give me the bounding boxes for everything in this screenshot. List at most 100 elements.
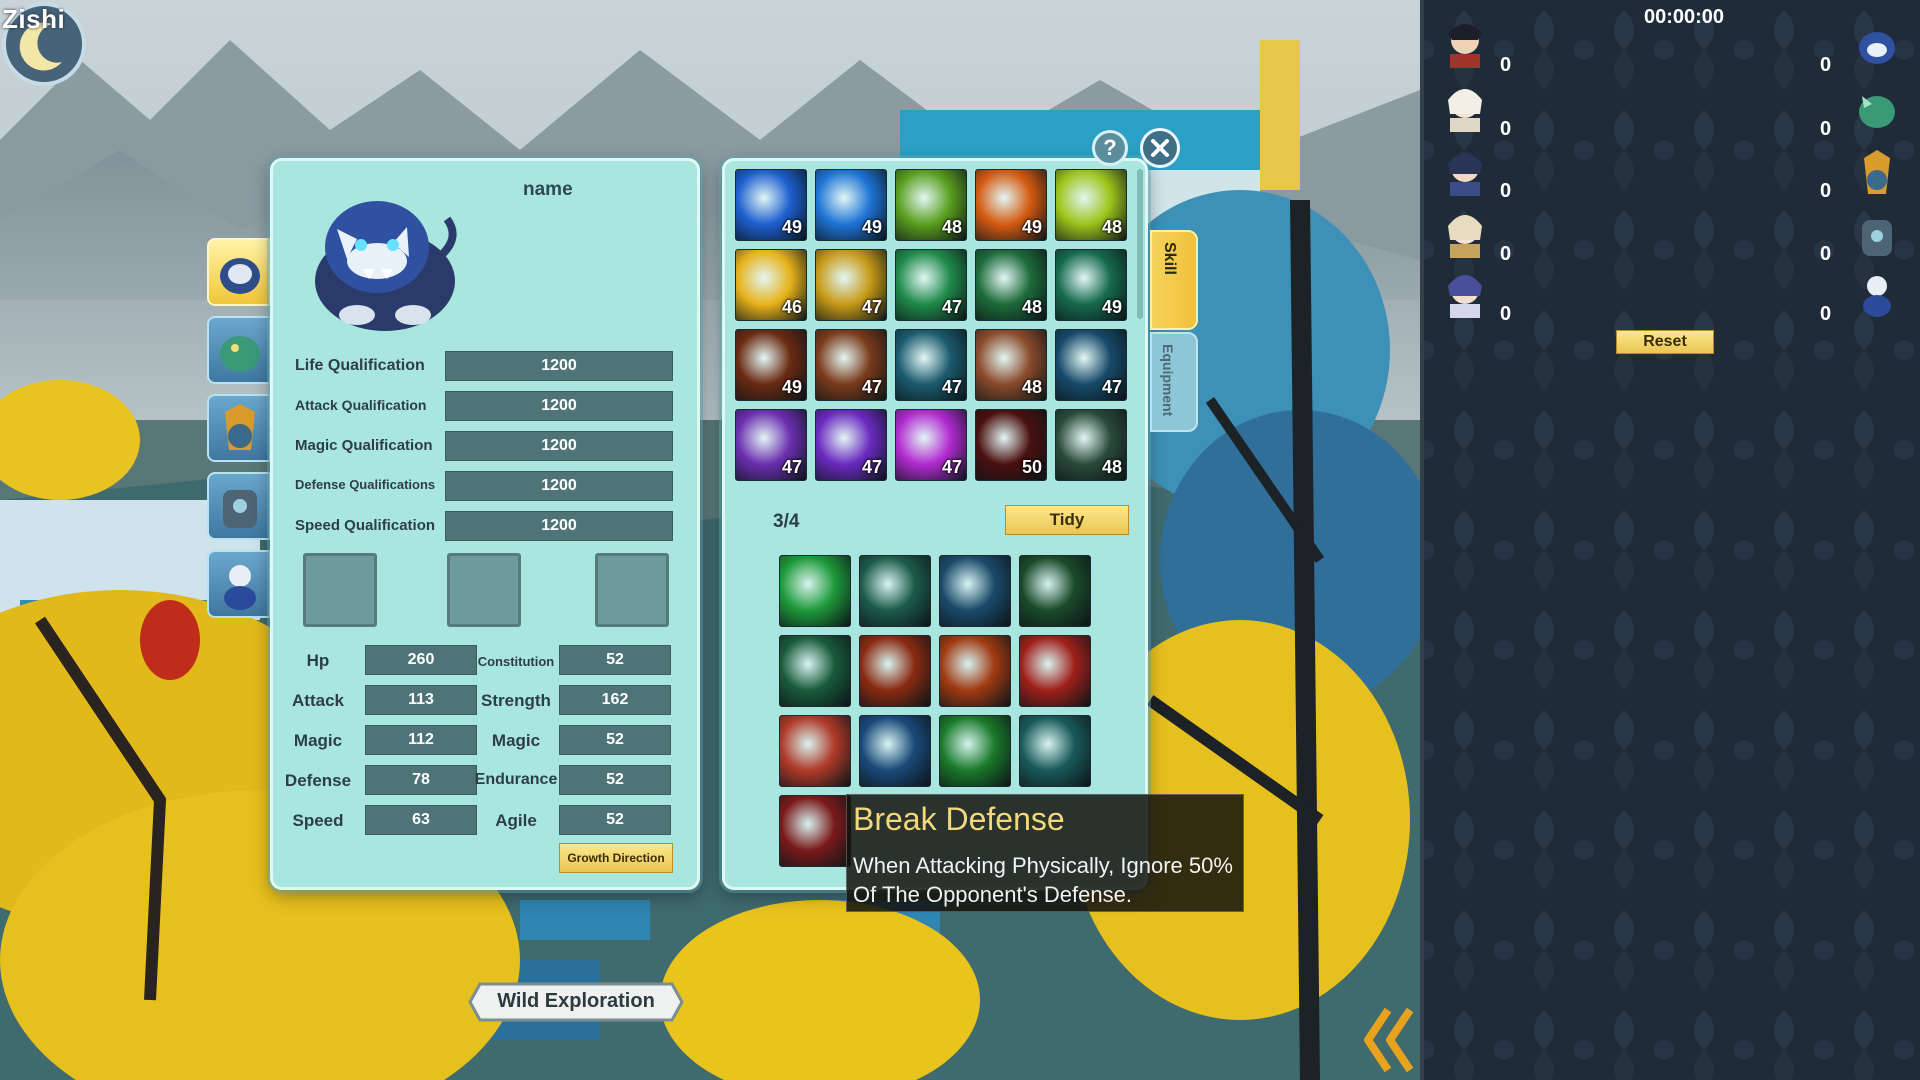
skill-slot[interactable]: 48	[895, 169, 967, 241]
skill-slot[interactable]: 47	[895, 409, 967, 481]
skill-slot[interactable]: 47	[895, 329, 967, 401]
skill-slot[interactable]: 50	[975, 409, 1047, 481]
equipped-skill-slot[interactable]	[939, 715, 1011, 787]
pet-portrait	[315, 201, 457, 331]
equipped-skill-slot[interactable]	[859, 715, 931, 787]
stat-label-strength: Strength	[481, 691, 551, 710]
skill-slot[interactable]: 47	[815, 409, 887, 481]
game-scene	[0, 0, 1420, 1080]
skill-level: 47	[861, 457, 882, 477]
skill-level: 46	[781, 297, 802, 317]
stat-value-endurance: 52	[559, 765, 671, 795]
item-slot-1[interactable]	[303, 553, 377, 627]
skill-slot[interactable]: 47	[1055, 329, 1127, 401]
pet-info-panel: name Life Qualification 1200 Attack Qual…	[270, 158, 700, 890]
equipped-skill-slot[interactable]	[939, 635, 1011, 707]
wild-exploration-button[interactable]: Wild Exploration	[466, 980, 686, 1024]
skill-slot[interactable]: 47	[815, 249, 887, 321]
question-icon: ?	[1103, 135, 1117, 160]
equipped-skill-slot[interactable]	[779, 555, 851, 627]
stat-label-defense: Defense	[284, 771, 352, 790]
skill-level: 49	[861, 217, 882, 237]
skill-level: 47	[1101, 377, 1122, 397]
player-avatar-1	[1448, 24, 1482, 68]
skill-slot[interactable]: 49	[975, 169, 1047, 241]
reset-button[interactable]: Reset	[1616, 330, 1714, 354]
equipped-skill-slot[interactable]	[779, 715, 851, 787]
match-timer: 00:00:00	[1643, 6, 1725, 28]
tab-skill[interactable]: Skill	[1150, 230, 1198, 330]
equipped-skill-slot[interactable]	[1019, 635, 1091, 707]
stat-value-hp: 260	[365, 645, 477, 675]
qualification-value: 1200	[445, 351, 673, 381]
skill-level: 47	[941, 297, 962, 317]
stat-value-defense: 78	[365, 765, 477, 795]
stat-label-magic: Magic	[293, 731, 343, 750]
equipped-skill-slot[interactable]	[1019, 555, 1091, 627]
skill-slot[interactable]: 49	[815, 169, 887, 241]
right-score-2: 0	[1820, 118, 1832, 140]
left-score-3: 0	[1500, 180, 1512, 202]
help-button[interactable]: ?	[1092, 130, 1128, 166]
qualification-value: 1200	[445, 431, 673, 461]
equipped-skill-slot[interactable]	[1019, 715, 1091, 787]
double-chevron-left-icon[interactable]	[1360, 1004, 1420, 1074]
skill-slot[interactable]: 47	[815, 329, 887, 401]
tidy-button[interactable]: Tidy	[1005, 505, 1129, 535]
skill-level: 47	[941, 457, 962, 477]
qualification-value: 1200	[445, 471, 673, 501]
stat-label-hp: Hp	[306, 651, 330, 670]
pet-golem-icon	[223, 490, 257, 528]
equipped-skill-slot[interactable]	[859, 555, 931, 627]
pet-tab-2[interactable]	[207, 316, 271, 384]
skill-level: 47	[941, 377, 962, 397]
stat-label-endurance: Endurance	[474, 771, 558, 788]
item-slot-3[interactable]	[595, 553, 669, 627]
skill-slot[interactable]: 49	[735, 169, 807, 241]
pet-tiger-icon	[220, 258, 260, 294]
opponent-pet-golem-icon	[1862, 220, 1892, 256]
tab-equipment[interactable]: Equipment	[1150, 332, 1198, 432]
opponent-pet-dragon-icon	[1859, 96, 1895, 128]
growth-direction-button[interactable]: Growth Direction	[559, 843, 673, 873]
pet-tab-3[interactable]	[207, 394, 271, 462]
skill-panel: 49 49 48 49 48 46 47 47 48 49 49 47 47 48 47 47 47 47 50 48…	[722, 158, 1148, 890]
right-score-1: 0	[1820, 54, 1832, 76]
skill-slot[interactable]: 49	[735, 329, 807, 401]
skill-slot[interactable]: 48	[1055, 169, 1127, 241]
skill-scrollbar[interactable]	[1137, 169, 1143, 319]
pet-tab-1[interactable]	[207, 238, 271, 306]
pet-tab-4[interactable]	[207, 472, 271, 540]
right-score-3: 0	[1820, 180, 1832, 202]
equipped-skill-slot[interactable]	[939, 555, 1011, 627]
stat-value-speed: 63	[365, 805, 477, 835]
stat-value-attack: 113	[365, 685, 477, 715]
qualification-label: Attack Qualification	[295, 397, 427, 413]
opponent-pet-monk-icon	[1863, 276, 1891, 317]
skill-slot[interactable]: 48	[1055, 409, 1127, 481]
item-slot-2[interactable]	[447, 553, 521, 627]
skill-slot[interactable]: 46	[735, 249, 807, 321]
skill-slot[interactable]: 48	[975, 329, 1047, 401]
player-avatar-5	[1448, 275, 1482, 318]
skill-slot[interactable]: 47	[735, 409, 807, 481]
equipped-skill-slot[interactable]	[779, 795, 851, 867]
qualification-label: Magic Qualification	[295, 437, 433, 454]
equipped-skill-slot[interactable]	[859, 635, 931, 707]
skill-slot[interactable]: 49	[1055, 249, 1127, 321]
stat-label-attack: Attack	[292, 691, 344, 710]
stat-label-speed: Speed	[292, 811, 344, 830]
life-qualification-row: Life Qualification 1200	[291, 351, 681, 381]
skill-level: 48	[1021, 297, 1042, 317]
close-icon	[1151, 139, 1169, 157]
landscape-background	[0, 0, 1420, 1080]
pet-tab-5[interactable]	[207, 550, 271, 618]
opponent-pet-tiger-icon	[1859, 32, 1895, 64]
skill-slot[interactable]: 48	[975, 249, 1047, 321]
close-button[interactable]	[1140, 128, 1180, 168]
qualification-label: Defense Qualifications	[295, 477, 436, 492]
tooltip-description: When Attacking Physically, Ignore 50% Of…	[853, 853, 1233, 907]
skill-level: 49	[1101, 297, 1122, 317]
skill-slot[interactable]: 47	[895, 249, 967, 321]
equipped-skill-slot[interactable]	[779, 635, 851, 707]
